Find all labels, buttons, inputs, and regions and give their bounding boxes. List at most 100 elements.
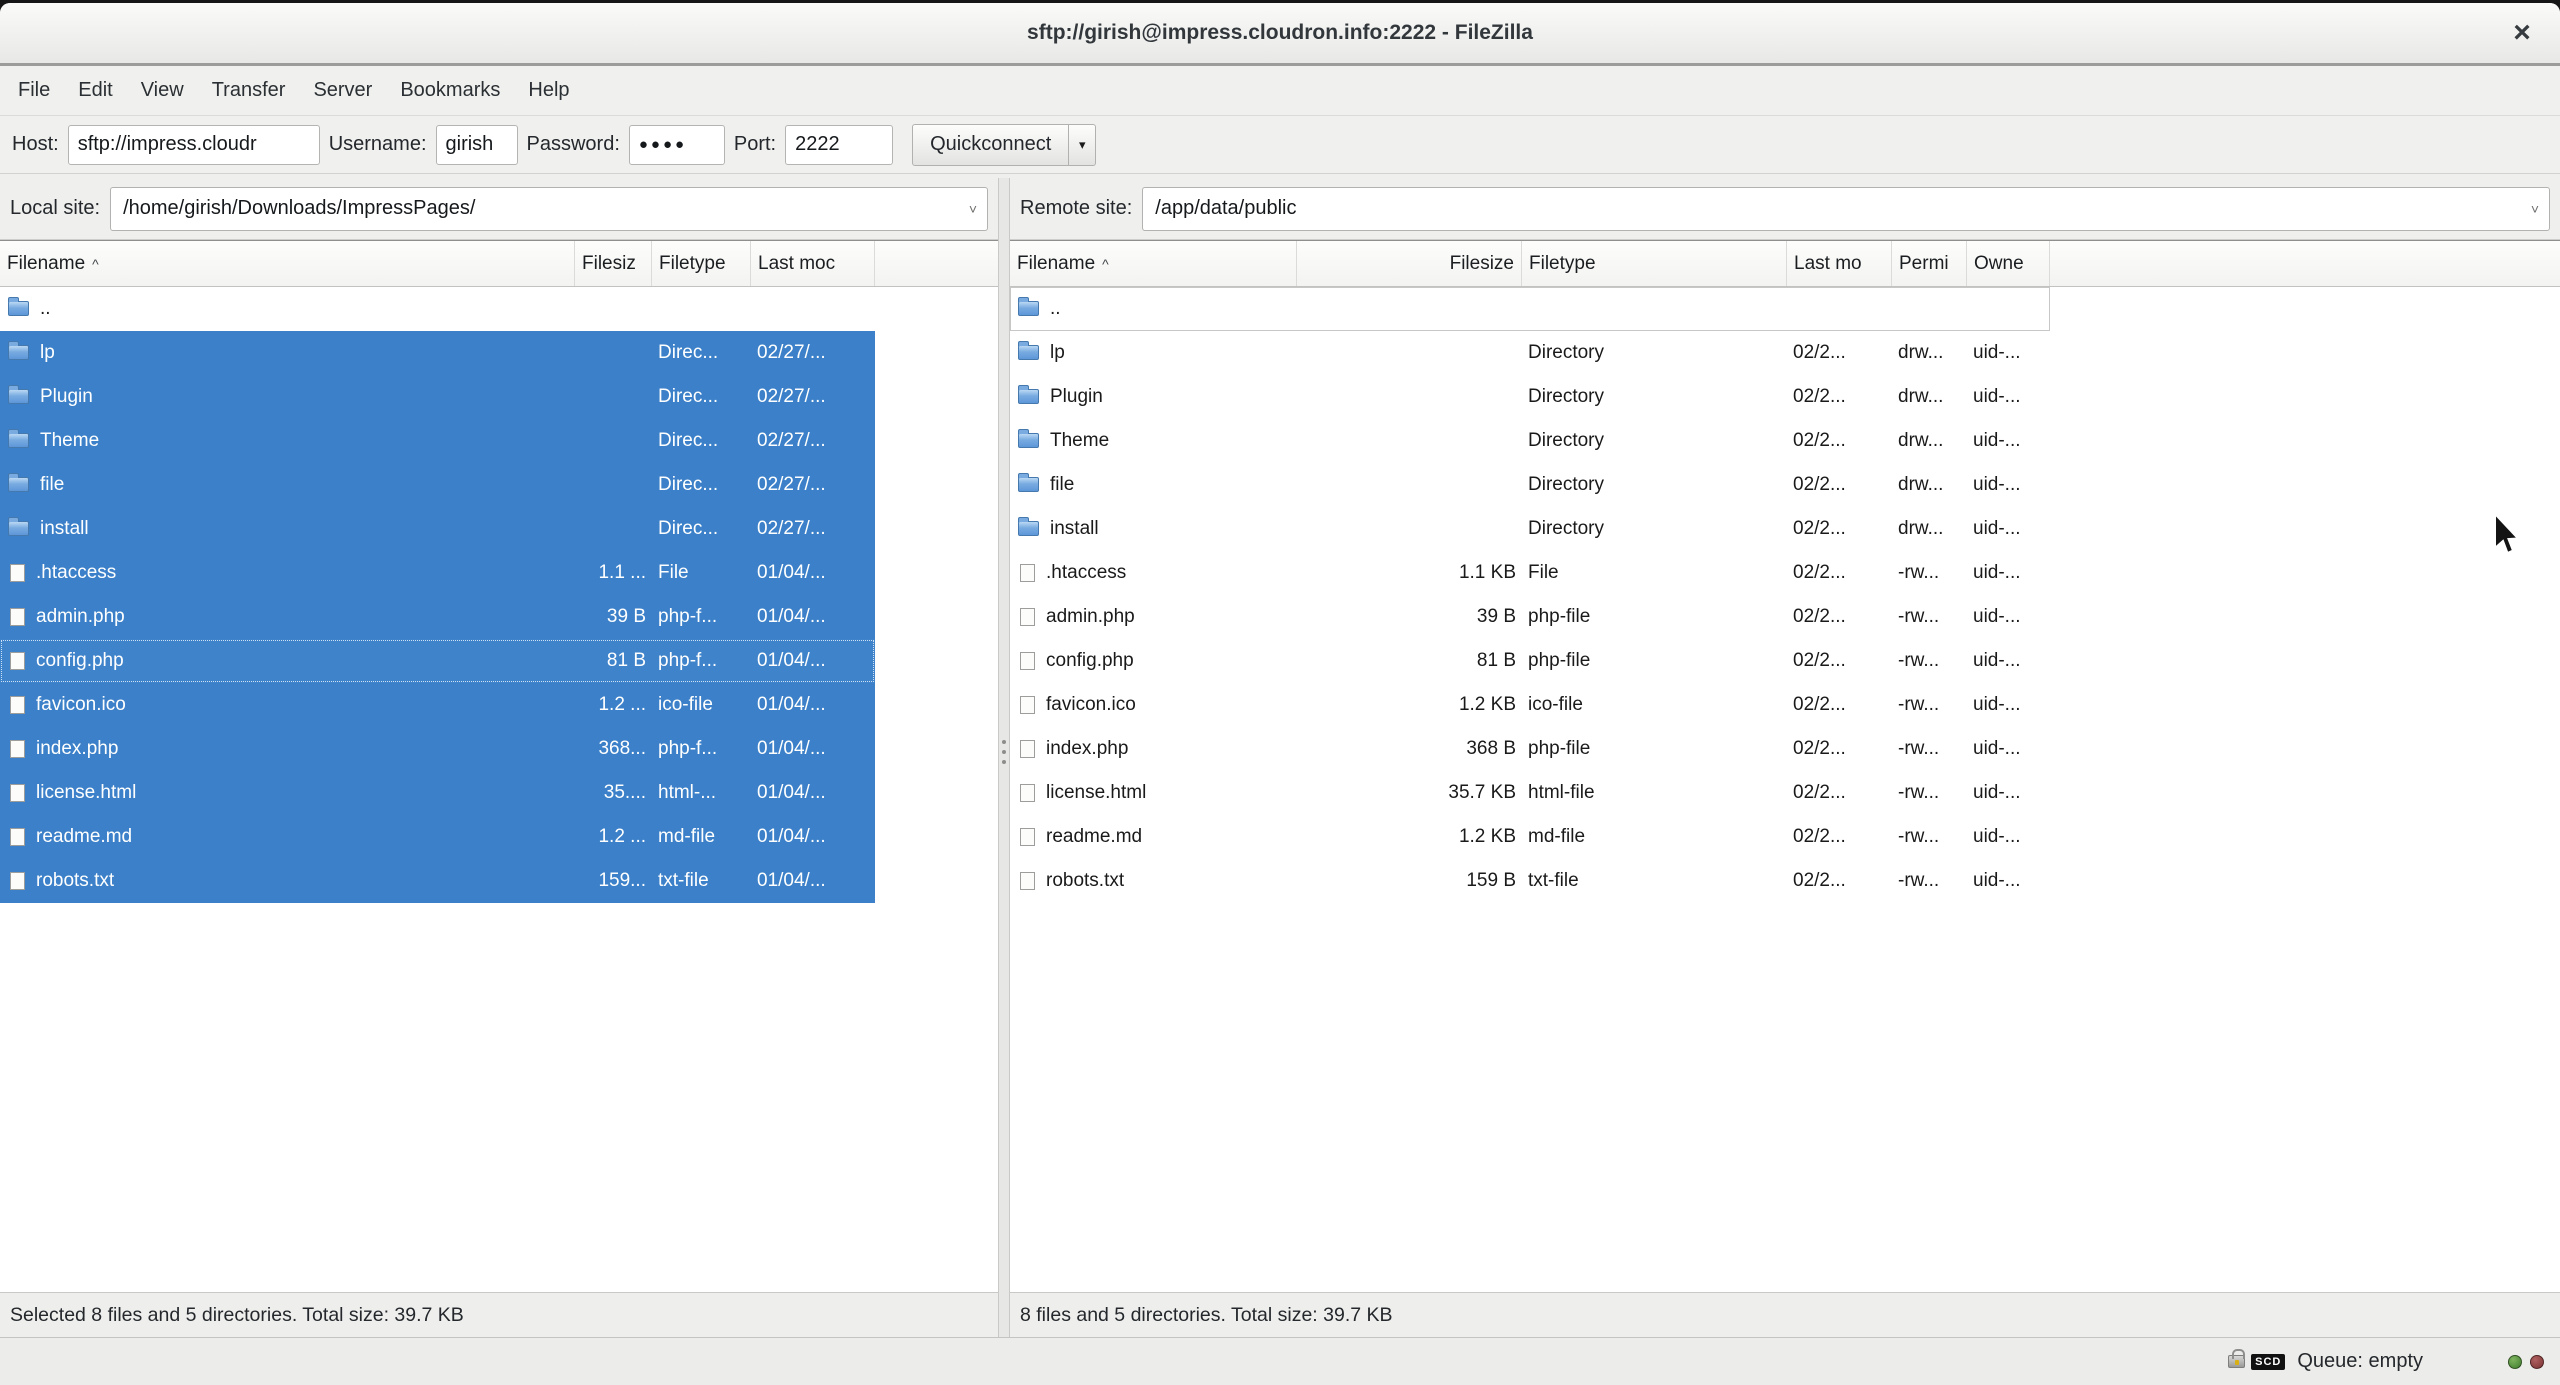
remote-column-headers: Filename ^ Filesize Filetype Last mo Per… (1010, 241, 2560, 287)
remote-file-row[interactable]: index.php 368 B php-file 02/2... -rw... … (1010, 727, 2050, 771)
sort-asc-icon: ^ (1102, 255, 1109, 272)
local-file-row[interactable]: .. (0, 287, 875, 331)
local-file-row[interactable]: Plugin Direc... 02/27/... (0, 375, 875, 419)
local-file-row[interactable]: readme.md 1.2 ... md-file 01/04/... (0, 815, 875, 859)
remote-file-row[interactable]: admin.php 39 B php-file 02/2... -rw... u… (1010, 595, 2050, 639)
file-icon (1020, 872, 1035, 890)
remote-col-filetype[interactable]: Filetype (1522, 241, 1787, 286)
window-title: sftp://girish@impress.cloudron.info:2222… (1027, 21, 1533, 44)
local-file-row[interactable]: file Direc... 02/27/... (0, 463, 875, 507)
remote-file-list: Filename ^ Filesize Filetype Last mo Per… (1010, 240, 2560, 1292)
remote-site-bar: Remote site: /app/data/public ˅ (1010, 178, 2560, 240)
local-col-filetype[interactable]: Filetype (652, 241, 751, 286)
file-icon (1020, 608, 1035, 626)
file-icon (1020, 652, 1035, 670)
panes: Local site: /home/girish/Downloads/Impre… (0, 178, 2560, 1337)
folder-icon (8, 516, 29, 536)
local-file-row[interactable]: license.html 35.... html-... 01/04/... (0, 771, 875, 815)
local-site-path: /home/girish/Downloads/ImpressPages/ (123, 197, 476, 219)
file-icon (10, 696, 25, 714)
remote-file-row[interactable]: install Directory 02/2... drw... uid-... (1010, 507, 2050, 551)
username-input[interactable]: girish (435, 124, 518, 165)
remote-file-row[interactable]: lp Directory 02/2... drw... uid-... (1010, 331, 2050, 375)
local-file-row[interactable]: install Direc... 02/27/... (0, 507, 875, 551)
remote-col-filesize[interactable]: Filesize (1297, 241, 1522, 286)
local-file-row[interactable]: lp Direc... 02/27/... (0, 331, 875, 375)
port-input[interactable]: 2222 (785, 124, 894, 165)
quickconnect-bar: Host: sftp://impress.cloudr Username: gi… (0, 116, 2560, 174)
folder-icon (1018, 428, 1039, 448)
file-icon (10, 740, 25, 758)
menu-file[interactable]: File (4, 66, 64, 115)
file-icon (10, 652, 25, 670)
file-icon (1020, 564, 1035, 582)
folder-icon (1018, 472, 1039, 492)
remote-file-row[interactable]: .. (1010, 287, 2050, 331)
remote-file-row[interactable]: robots.txt 159 B txt-file 02/2... -rw...… (1010, 859, 2050, 903)
remote-file-row[interactable]: .htaccess 1.1 KB File 02/2... -rw... uid… (1010, 551, 2050, 595)
remote-site-path: /app/data/public (1155, 197, 1297, 219)
local-file-row[interactable]: admin.php 39 B php-f... 01/04/... (0, 595, 875, 639)
remote-file-row[interactable]: config.php 81 B php-file 02/2... -rw... … (1010, 639, 2050, 683)
local-file-row[interactable]: robots.txt 159... txt-file 01/04/... (0, 859, 875, 903)
file-icon (1020, 828, 1035, 846)
remote-file-row[interactable]: readme.md 1.2 KB md-file 02/2... -rw... … (1010, 815, 2050, 859)
remote-col-owner[interactable]: Owne (1967, 241, 2050, 286)
remote-col-filler (2050, 241, 2560, 286)
remote-file-row[interactable]: Theme Directory 02/2... drw... uid-... (1010, 419, 2050, 463)
folder-icon (8, 296, 29, 316)
local-col-lastmodified[interactable]: Last moc (751, 241, 875, 286)
remote-col-filename[interactable]: Filename ^ (1010, 241, 1297, 286)
combo-arrow-icon[interactable]: ˅ (969, 188, 977, 230)
quickconnect-button[interactable]: Quickconnect (912, 123, 1070, 166)
file-icon (1020, 740, 1035, 758)
filezilla-window: sftp://girish@impress.cloudron.info:2222… (0, 3, 2560, 1385)
local-file-row[interactable]: index.php 368... php-f... 01/04/... (0, 727, 875, 771)
remote-file-row[interactable]: license.html 35.7 KB html-file 02/2... -… (1010, 771, 2050, 815)
local-site-label: Local site: (10, 197, 101, 219)
local-col-filesize[interactable]: Filesiz (575, 241, 652, 286)
remote-site-combo[interactable]: /app/data/public ˅ (1142, 186, 2550, 231)
menu-view[interactable]: View (127, 66, 198, 115)
file-icon (10, 828, 25, 846)
local-file-row[interactable]: Theme Direc... 02/27/... (0, 419, 875, 463)
password-label: Password: (526, 133, 620, 155)
folder-icon (1018, 384, 1039, 404)
remote-col-lastmodified[interactable]: Last mo (1787, 241, 1892, 286)
led-red-icon (2530, 1354, 2544, 1369)
file-icon (10, 872, 25, 890)
close-icon[interactable]: × (2500, 3, 2544, 63)
remote-site-label: Remote site: (1020, 197, 1133, 219)
file-icon (10, 608, 25, 626)
remote-rows: .. lp Directory 02/2... drw... uid-... P… (1010, 287, 2560, 1292)
folder-icon (8, 340, 29, 360)
menu-transfer[interactable]: Transfer (198, 66, 300, 115)
local-file-row[interactable]: favicon.ico 1.2 ... ico-file 01/04/... (0, 683, 875, 727)
folder-icon (1018, 340, 1039, 360)
folder-icon (1018, 516, 1039, 536)
pane-splitter[interactable] (998, 178, 1010, 1337)
remote-file-row[interactable]: file Directory 02/2... drw... uid-... (1010, 463, 2050, 507)
menu-help[interactable]: Help (514, 66, 583, 115)
menu-edit[interactable]: Edit (64, 66, 126, 115)
local-file-row[interactable]: .htaccess 1.1 ... File 01/04/... (0, 551, 875, 595)
menu-bookmarks[interactable]: Bookmarks (386, 66, 514, 115)
remote-col-permissions[interactable]: Permi (1892, 241, 1967, 286)
folder-icon (1018, 296, 1039, 316)
menubar: File Edit View Transfer Server Bookmarks… (0, 66, 2560, 116)
quickconnect-dropdown-icon[interactable]: ▾ (1069, 123, 1097, 166)
password-input[interactable]: ●●●● (628, 124, 725, 165)
local-column-headers: Filename ^ Filesiz Filetype Last moc (0, 241, 998, 287)
menu-server[interactable]: Server (299, 66, 386, 115)
remote-file-row[interactable]: Plugin Directory 02/2... drw... uid-... (1010, 375, 2050, 419)
remote-file-row[interactable]: favicon.ico 1.2 KB ico-file 02/2... -rw.… (1010, 683, 2050, 727)
local-file-row[interactable]: config.php 81 B php-f... 01/04/... (0, 639, 875, 683)
host-input[interactable]: sftp://impress.cloudr (67, 124, 320, 165)
local-site-combo[interactable]: /home/girish/Downloads/ImpressPages/ ˅ (110, 186, 988, 231)
sort-asc-icon: ^ (92, 255, 99, 272)
led-green-icon (2508, 1354, 2522, 1369)
file-icon (10, 784, 25, 802)
combo-arrow-icon[interactable]: ˅ (2531, 188, 2539, 230)
lock-icon (2228, 1349, 2246, 1368)
local-col-filename[interactable]: Filename ^ (0, 241, 575, 286)
